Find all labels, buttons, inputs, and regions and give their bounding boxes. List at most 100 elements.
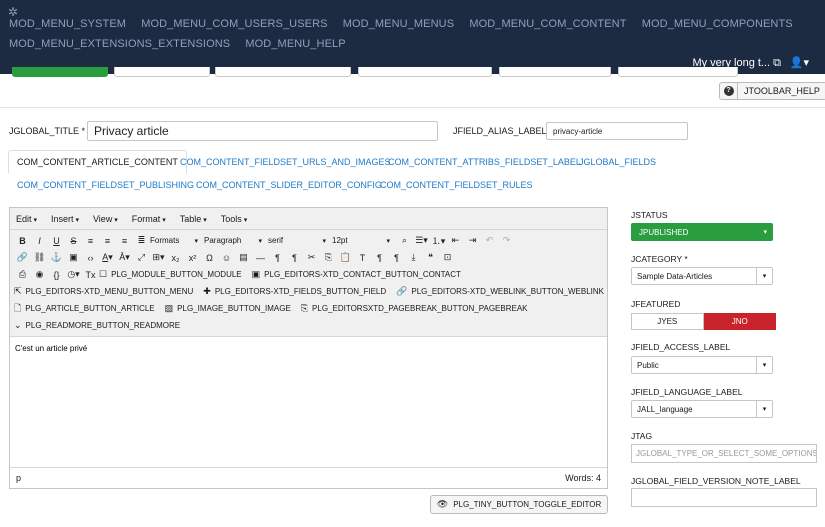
plg-pagebreak-button[interactable]: ⎘ PLG_EDITORSXTD_PAGEBREAK_BUTTON_PAGEBRE… — [301, 303, 528, 314]
strikethrough-icon[interactable]: S — [65, 236, 82, 246]
editor-content[interactable]: C'est un article privé — [15, 344, 87, 353]
blockquote-icon[interactable]: ❝ — [422, 252, 439, 263]
menu-item-components[interactable]: MOD_MENU_COMPONENTS — [642, 18, 793, 30]
text-color-icon[interactable]: A▾ — [99, 252, 116, 263]
menu-format[interactable]: Format — [132, 214, 166, 224]
cut-icon[interactable]: ✂ — [303, 252, 320, 263]
code-sample-icon[interactable]: {} — [48, 270, 65, 280]
align-right-icon[interactable]: ≡ — [116, 236, 133, 246]
ltr-icon[interactable]: ¶ — [269, 253, 286, 263]
plg-fields-button[interactable]: ✚ PLG_EDITORS-XTD_FIELDS_BUTTON_FIELD — [203, 286, 386, 297]
subscript-icon[interactable]: x₂ — [167, 253, 184, 263]
copy-icon[interactable]: ⎘ — [320, 252, 337, 263]
category-select[interactable]: Sample Data-Articles ▾ — [631, 267, 773, 285]
background-color-icon[interactable]: Ā▾ — [116, 252, 133, 263]
tab-attribs[interactable]: COM_CONTENT_ATTRIBS_FIELDSET_LABEL — [388, 157, 581, 167]
find-replace-icon[interactable]: ⌕ — [396, 235, 413, 246]
toolbar-button-3[interactable] — [215, 67, 351, 77]
toolbar-button-2[interactable] — [114, 67, 210, 77]
link-icon[interactable]: 🔗 — [14, 252, 31, 263]
align-justify-icon[interactable]: ≣ — [133, 235, 150, 246]
language-select[interactable]: JALL_language ▾ — [631, 400, 773, 418]
plg-contact-button[interactable]: ▣ PLG_EDITORS-XTD_CONTACT_BUTTON_CONTACT — [252, 269, 461, 280]
font-family-select[interactable]: serif — [268, 236, 326, 245]
menu-table[interactable]: Table — [180, 214, 207, 224]
tab-urls-images[interactable]: COM_CONTENT_FIELDSET_URLS_AND_IMAGES — [180, 157, 391, 167]
save-button[interactable] — [12, 67, 108, 77]
clear-formatting-icon[interactable]: Tx — [82, 270, 99, 280]
horizontal-rule-icon[interactable]: — — [252, 253, 269, 263]
align-center-icon[interactable]: ≡ — [99, 236, 116, 246]
tab-fields[interactable]: JGLOBAL_FIELDS — [579, 157, 656, 167]
tab-rules[interactable]: COM_CONTENT_FIELDSET_RULES — [380, 180, 533, 190]
toggle-editor-button[interactable]: 👁 PLG_TINY_BUTTON_TOGGLE_EDITOR — [430, 495, 608, 514]
visual-chars-icon[interactable]: ¶ — [371, 253, 388, 263]
unlink-icon[interactable]: ⛓ — [31, 252, 48, 263]
plg-module-button[interactable]: ☐ PLG_MODULE_BUTTON_MODULE — [99, 269, 242, 280]
featured-yes-button[interactable]: JYES — [631, 313, 704, 330]
paste-text-icon[interactable]: T — [354, 253, 371, 263]
underline-icon[interactable]: U — [48, 236, 65, 246]
menu-edit[interactable]: Edit — [16, 214, 37, 224]
select-all-icon[interactable]: ⊡ — [439, 252, 456, 263]
menu-item-system[interactable]: MOD_MENU_SYSTEM — [9, 18, 126, 30]
plg-image-button[interactable]: ▨ PLG_IMAGE_BUTTON_IMAGE — [165, 303, 291, 314]
help-button[interactable]: ? JTOOLBAR_HELP — [719, 82, 825, 100]
formats-select[interactable]: Formats — [150, 236, 198, 245]
tab-publishing[interactable]: COM_CONTENT_FIELDSET_PUBLISHING — [17, 180, 194, 190]
menu-item-menus[interactable]: MOD_MENU_MENUS — [343, 18, 454, 30]
alias-input[interactable]: privacy-article — [546, 122, 688, 140]
font-size-select[interactable]: 12pt — [332, 236, 390, 245]
print-icon[interactable]: ⎙ — [14, 269, 31, 280]
media-icon[interactable]: ▤ — [235, 252, 252, 263]
toolbar-button-6[interactable] — [618, 67, 738, 77]
plg-readmore-button[interactable]: ⌄ PLG_READMORE_BUTTON_READMORE — [14, 320, 180, 331]
image-icon[interactable]: ▣ — [65, 252, 82, 263]
menu-view[interactable]: View — [93, 214, 118, 224]
outdent-icon[interactable]: ⇤ — [447, 235, 464, 246]
visual-blocks-icon[interactable]: ¶ — [388, 253, 405, 263]
paragraph-select[interactable]: Paragraph — [204, 236, 262, 245]
special-char-icon[interactable]: Ω — [201, 253, 218, 263]
joomla-logo-icon[interactable]: ✲ — [8, 5, 22, 19]
version-note-input[interactable] — [631, 488, 817, 507]
menu-tools[interactable]: Tools — [221, 214, 247, 224]
access-select[interactable]: Public ▾ — [631, 356, 773, 374]
tab-article-content[interactable]: COM_CONTENT_ARTICLE_CONTENT — [8, 150, 187, 174]
code-icon[interactable]: ‹› — [82, 253, 99, 263]
template-icon[interactable]: ⤓ — [405, 252, 422, 263]
featured-no-button[interactable]: JNO — [703, 313, 776, 330]
superscript-icon[interactable]: x² — [184, 253, 201, 263]
plg-weblink-button[interactable]: 🔗 PLG_EDITORS-XTD_WEBLINK_BUTTON_WEBLINK — [396, 286, 604, 297]
align-left-icon[interactable]: ≡ — [82, 236, 99, 246]
fullscreen-icon[interactable]: ⤢ — [133, 252, 150, 263]
numbered-list-icon[interactable]: ⒈▾ — [430, 234, 447, 247]
italic-icon[interactable]: I — [31, 236, 48, 246]
emoticons-icon[interactable]: ☺ — [218, 253, 235, 263]
plg-article-button[interactable]: 🗋 PLG_ARTICLE_BUTTON_ARTICLE — [14, 301, 155, 317]
plg-menu-button[interactable]: ⇱ PLG_EDITORS-XTD_MENU_BUTTON_MENU — [14, 286, 193, 297]
menu-insert[interactable]: Insert — [51, 214, 79, 224]
preview-icon[interactable]: ◉ — [31, 269, 48, 280]
table-icon[interactable]: ⊞▾ — [150, 252, 167, 263]
toolbar-button-4[interactable] — [358, 67, 492, 77]
menu-item-users[interactable]: MOD_MENU_COM_USERS_USERS — [141, 18, 327, 30]
user-icon[interactable]: 👤▾ — [790, 56, 809, 69]
anchor-icon[interactable]: ⚓ — [48, 252, 65, 263]
status-select[interactable]: JPUBLISHED ▾ — [631, 223, 773, 241]
toolbar-button-5[interactable] — [499, 67, 611, 77]
undo-icon[interactable]: ↶ — [481, 235, 498, 246]
title-input[interactable]: Privacy article — [87, 121, 438, 141]
insert-datetime-icon[interactable]: ◷▾ — [65, 269, 82, 280]
element-path[interactable]: p — [16, 473, 21, 483]
bullet-list-icon[interactable]: ☰▾ — [413, 235, 430, 246]
bold-icon[interactable]: B — [14, 236, 31, 246]
menu-item-help[interactable]: MOD_MENU_HELP — [245, 38, 345, 50]
tab-editor-config[interactable]: COM_CONTENT_SLIDER_EDITOR_CONFIG — [196, 180, 382, 190]
menu-item-extensions[interactable]: MOD_MENU_EXTENSIONS_EXTENSIONS — [9, 38, 230, 50]
paste-icon[interactable]: 📋 — [337, 252, 354, 263]
redo-icon[interactable]: ↷ — [498, 235, 515, 246]
tag-input[interactable]: JGLOBAL_TYPE_OR_SELECT_SOME_OPTIONS — [631, 444, 817, 463]
rtl-icon[interactable]: ¶ — [286, 253, 303, 263]
indent-icon[interactable]: ⇥ — [464, 235, 481, 246]
